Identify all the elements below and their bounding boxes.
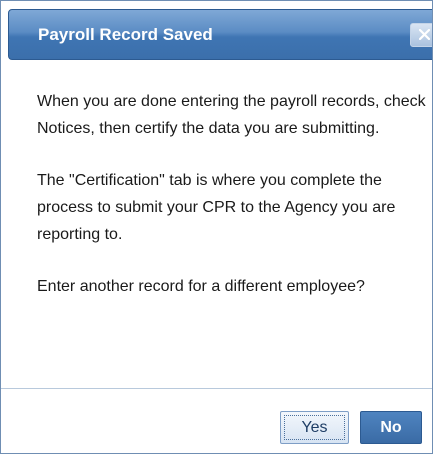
message-paragraph-question: Enter another record for a different emp… bbox=[37, 278, 365, 295]
close-button[interactable] bbox=[410, 23, 432, 47]
button-bar-divider bbox=[1, 388, 432, 389]
message-paragraph-instructions: When you are done entering the payroll r… bbox=[37, 93, 426, 137]
no-button[interactable]: No bbox=[360, 411, 422, 444]
payroll-saved-dialog: Payroll Record Saved When you are done e… bbox=[0, 0, 433, 454]
yes-button-label: Yes bbox=[301, 419, 328, 436]
yes-button[interactable]: Yes bbox=[280, 411, 349, 444]
no-button-label: No bbox=[380, 419, 402, 436]
close-icon bbox=[419, 29, 430, 40]
dialog-title: Payroll Record Saved bbox=[38, 25, 213, 44]
message-paragraph-certification: The "Certification" tab is where you com… bbox=[37, 172, 396, 243]
dialog-message: When you are done entering the payroll r… bbox=[37, 88, 429, 325]
dialog-titlebar[interactable]: Payroll Record Saved bbox=[8, 9, 432, 60]
